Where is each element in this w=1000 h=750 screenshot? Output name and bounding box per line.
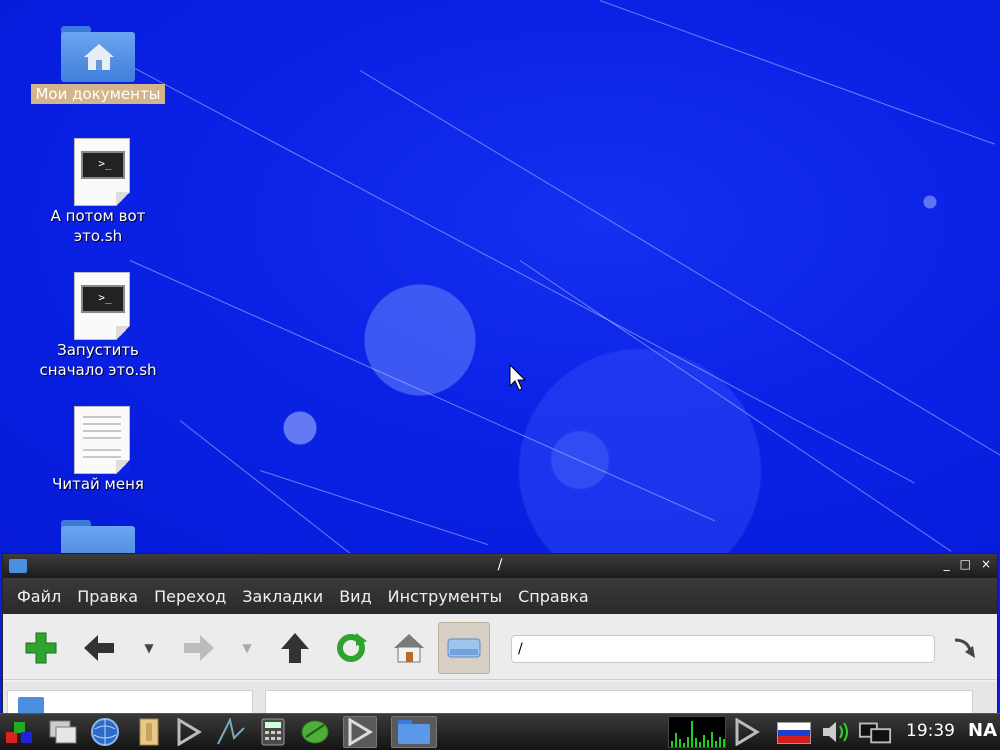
desktop-icon-label: Мои документы xyxy=(31,84,165,104)
maximize-button[interactable]: □ xyxy=(960,557,971,571)
shell-script-icon: >_ xyxy=(68,272,130,340)
forward-history-dropdown[interactable]: ▼ xyxy=(239,628,255,668)
cpu-monitor-icon xyxy=(668,716,726,748)
taskbar-label: NA xyxy=(968,720,997,741)
desktop-icon-label: это.sh xyxy=(73,227,123,245)
back-history-dropdown-icon: ▼ xyxy=(144,641,154,655)
reload-icon xyxy=(337,633,367,662)
terminal-tray-button[interactable] xyxy=(730,716,764,748)
computer-button[interactable] xyxy=(438,622,490,674)
notes-icon xyxy=(301,720,329,744)
file-manager-window[interactable]: / _ □ × Файл Правка Переход Закладки Вид… xyxy=(2,553,998,715)
shell-script-icon: >_ xyxy=(68,138,130,206)
menu-bookmarks[interactable]: Закладки xyxy=(234,587,331,606)
show-desktop-icon xyxy=(49,720,77,744)
content-area xyxy=(3,682,997,715)
close-button[interactable]: × xyxy=(981,557,991,571)
desktop-icon-readme[interactable]: Читай меня xyxy=(18,406,178,494)
back-button[interactable] xyxy=(79,628,119,668)
home-folder-icon xyxy=(61,20,135,84)
calculator-icon xyxy=(261,718,285,746)
file-cabinet-button[interactable] xyxy=(132,716,166,748)
show-desktop-button[interactable] xyxy=(46,716,80,748)
toolbar: ▼ ▼ / xyxy=(3,614,997,680)
network-icon xyxy=(858,722,892,744)
terminal-active-icon xyxy=(348,718,373,746)
forward-button[interactable] xyxy=(179,628,219,668)
network-button[interactable] xyxy=(858,716,892,748)
terminal-launcher-button[interactable] xyxy=(172,716,206,748)
menu-view[interactable]: Вид xyxy=(331,587,379,606)
file-manager-window-button[interactable] xyxy=(391,716,437,748)
volume-button[interactable] xyxy=(820,716,854,748)
desktop-icon-label: А потом вот xyxy=(50,207,146,225)
home-button[interactable] xyxy=(389,628,429,668)
up-button[interactable] xyxy=(275,628,315,668)
file-list-pane[interactable] xyxy=(265,690,973,714)
terminal-tray-icon xyxy=(735,718,760,746)
window-titlebar[interactable]: / _ □ × xyxy=(3,554,997,578)
desktop-icon-label: сначало это.sh xyxy=(39,361,157,379)
browser-button[interactable] xyxy=(88,716,122,748)
calculator-button[interactable] xyxy=(256,716,290,748)
file-cabinet-icon xyxy=(139,718,159,746)
minimize-button[interactable]: _ xyxy=(944,557,950,571)
forward-history-dropdown-icon: ▼ xyxy=(242,641,252,655)
desktop-icon-label: Читай меня xyxy=(52,475,144,493)
menu-tools[interactable]: Инструменты xyxy=(380,587,511,606)
new-tab-icon xyxy=(25,632,57,664)
menu-file[interactable]: Файл xyxy=(9,587,69,606)
new-tab-button[interactable] xyxy=(21,628,61,668)
desktop-icon-my-documents[interactable]: Мои документы xyxy=(18,20,178,104)
start-menu-button[interactable] xyxy=(2,716,36,748)
sidebar-pane[interactable] xyxy=(7,690,253,715)
volume-icon xyxy=(823,722,848,742)
mouse-cursor-icon xyxy=(509,364,527,391)
back-history-dropdown[interactable]: ▼ xyxy=(141,628,157,668)
forward-icon xyxy=(184,635,214,661)
desktop-icon-folder[interactable] xyxy=(18,514,178,553)
desktop-icon-then-this-script[interactable]: >_ А потом вот это.sh xyxy=(18,138,178,246)
window-title: / xyxy=(497,557,503,573)
notes-button[interactable] xyxy=(298,716,332,748)
chart-icon xyxy=(217,718,245,745)
terminal-icon xyxy=(177,718,202,746)
back-icon xyxy=(84,635,114,661)
terminal-window-button[interactable] xyxy=(343,716,377,748)
file-manager-icon xyxy=(398,720,430,744)
folder-icon xyxy=(61,514,135,553)
menu-go[interactable]: Переход xyxy=(146,587,234,606)
menu-help[interactable]: Справка xyxy=(510,587,597,606)
reload-button[interactable] xyxy=(331,628,371,668)
menu-bar: Файл Правка Переход Закладки Вид Инструм… xyxy=(3,578,997,614)
text-document-icon xyxy=(68,406,130,474)
chart-app-button[interactable] xyxy=(214,716,248,748)
go-button[interactable] xyxy=(945,628,985,668)
home-icon xyxy=(394,634,424,663)
clock[interactable]: 19:39 xyxy=(906,721,955,741)
desktop-icon-run-first-script[interactable]: >_ Запустить сначало это.sh xyxy=(18,272,178,380)
desktop-icon-label: Запустить xyxy=(57,341,139,359)
keyboard-layout-flag-icon[interactable] xyxy=(777,722,811,744)
up-icon xyxy=(281,633,309,663)
address-bar-input[interactable]: / xyxy=(511,635,935,663)
menu-icon xyxy=(6,722,32,743)
menu-edit[interactable]: Правка xyxy=(69,587,146,606)
desktop[interactable]: Мои документы >_ А потом вот это.sh >_ З… xyxy=(0,0,1000,553)
go-icon xyxy=(954,638,975,658)
browser-icon xyxy=(91,718,119,746)
taskbar: 19:39 NA xyxy=(0,713,1000,750)
computer-icon xyxy=(447,638,481,658)
